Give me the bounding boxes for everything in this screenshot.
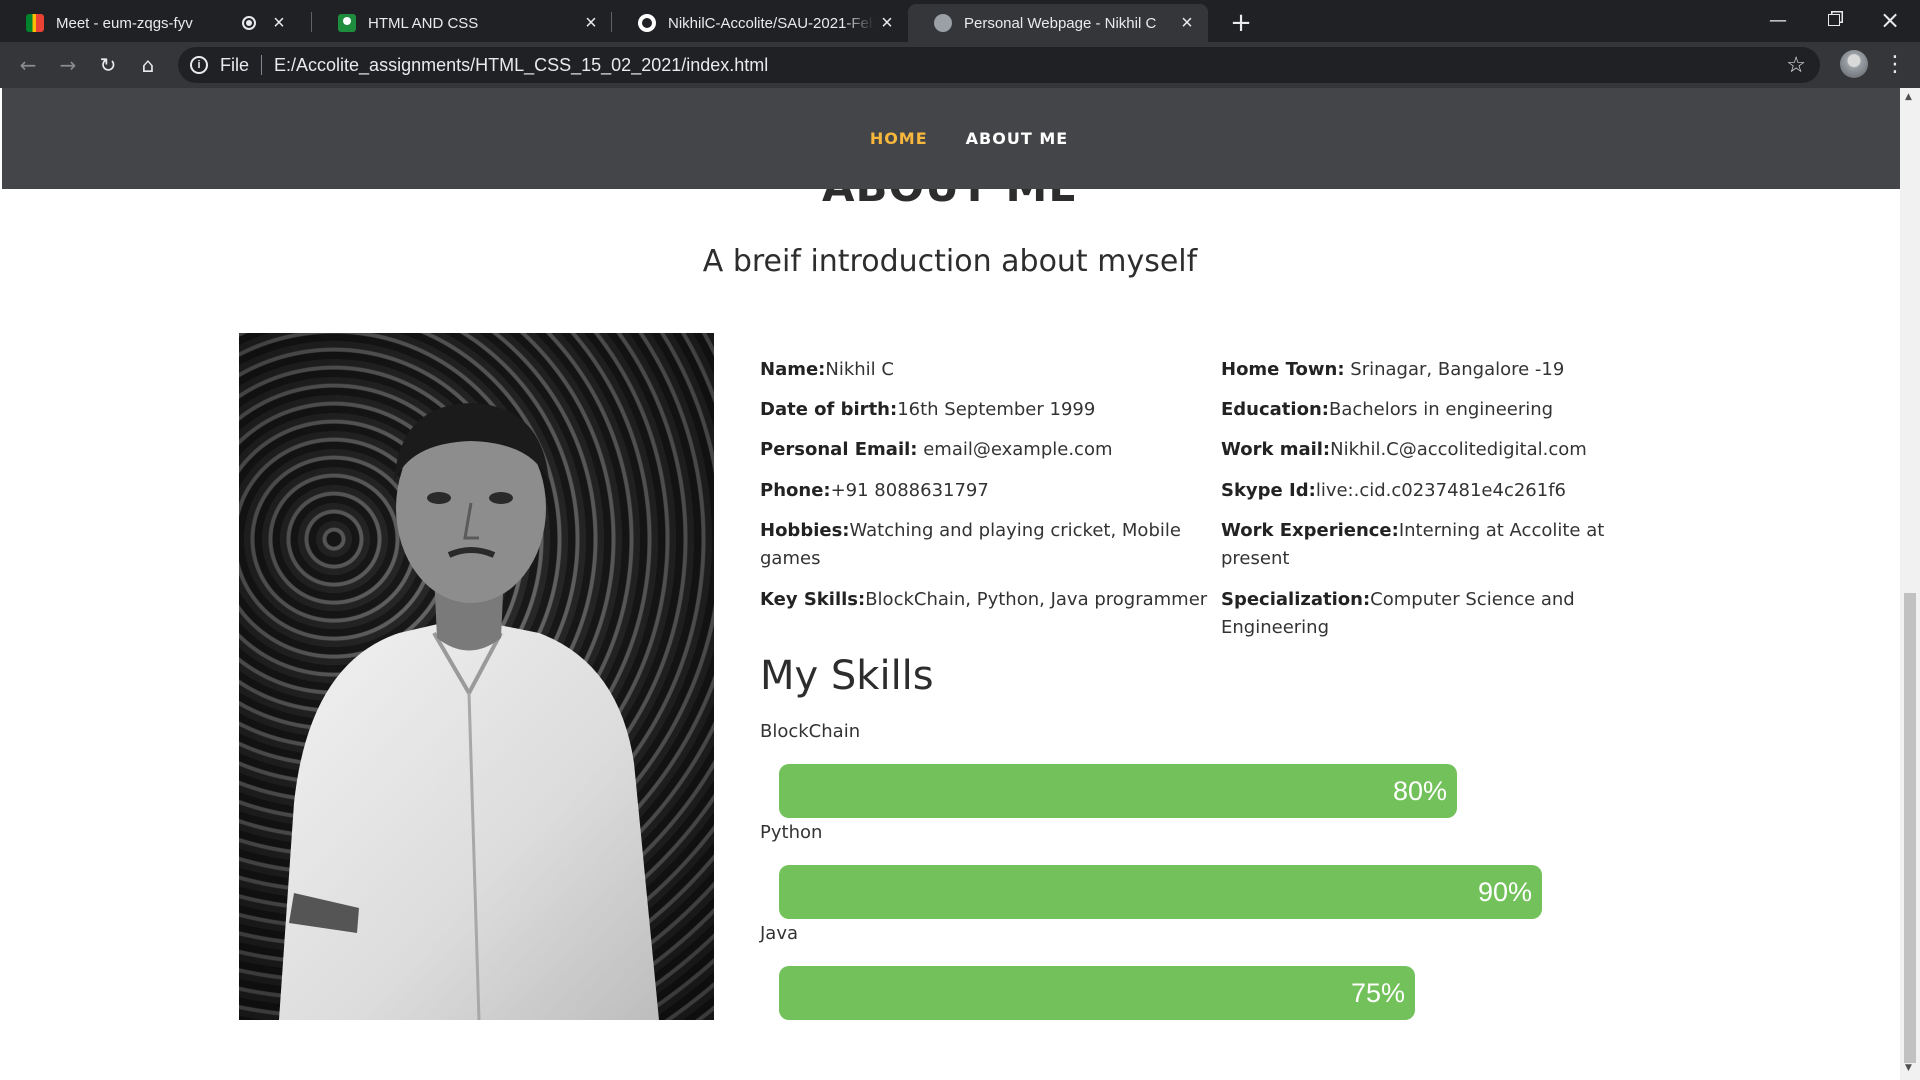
skill-bar-java: 75% — [779, 966, 1415, 1020]
restore-icon — [1828, 14, 1840, 26]
skill-name-python: Python — [760, 822, 823, 843]
close-window-button[interactable]: × — [1862, 0, 1918, 40]
back-button[interactable]: ← — [10, 47, 46, 83]
skill-name-blockchain: BlockChain — [760, 721, 861, 742]
detail-skype-id: Skype Id:live:.cid.c0237481e4c261f6 — [1221, 480, 1567, 501]
recording-icon — [242, 16, 256, 30]
detail-work-mail: Work mail:Nikhil.C@accolitedigital.com — [1221, 439, 1587, 460]
google-classroom-icon — [338, 14, 356, 32]
browser-toolbar: ← → ↻ ⌂ i File E:/Accolite_assignments/H… — [0, 42, 1920, 88]
detail-phone: Phone:+91 8088631797 — [760, 480, 989, 501]
tab-meet[interactable]: Meet - eum-zqgs-fyv × — [0, 4, 300, 42]
browser-menu-button[interactable]: ⋮ — [1880, 48, 1910, 80]
tab-github[interactable]: NikhilC-Accolite/SAU-2021-Feb- × — [612, 4, 908, 42]
bookmark-star-icon[interactable]: ☆ — [1786, 52, 1806, 78]
skill-percent-label: 80% — [1392, 775, 1447, 806]
detail-name: Name:Nikhil C — [760, 359, 894, 380]
tab-personal-webpage[interactable]: Personal Webpage - Nikhil C × — [908, 4, 1208, 42]
scroll-up-icon[interactable]: ▲ — [1905, 92, 1912, 102]
scrollbar-thumb[interactable] — [1904, 593, 1916, 1063]
globe-icon — [934, 14, 952, 32]
detail-education: Education:Bachelors in engineering — [1221, 399, 1554, 420]
skill-percent-label: 90% — [1477, 876, 1532, 907]
address-divider — [261, 55, 263, 75]
skill-bar-python: 90% — [779, 865, 1542, 919]
skills-heading: My Skills — [760, 653, 934, 699]
close-tab-icon[interactable]: × — [266, 10, 292, 36]
page-scrollbar[interactable]: ▲ ▼ — [1900, 88, 1920, 1080]
skill-percent-label: 75% — [1350, 977, 1405, 1008]
close-tab-icon[interactable]: × — [1174, 10, 1200, 36]
detail-work-experience: Work Experience:Interning at Accolite at… — [1221, 520, 1605, 569]
detail-key-skills: Key Skills:BlockChain, Python, Java prog… — [760, 589, 1208, 610]
url-text: E:/Accolite_assignments/HTML_CSS_15_02_2… — [274, 54, 769, 75]
detail-personal-email: Personal Email: email@example.com — [760, 439, 1113, 460]
profile-avatar[interactable] — [1840, 50, 1868, 78]
forward-button[interactable]: → — [50, 47, 86, 83]
close-tab-icon[interactable]: × — [578, 10, 604, 36]
google-meet-icon — [26, 14, 44, 32]
nav-about-link[interactable]: ABOUT ME — [966, 129, 1069, 148]
new-tab-button[interactable]: + — [1224, 6, 1258, 40]
tab-html-and-css[interactable]: HTML AND CSS × — [312, 4, 612, 42]
skill-bar-blockchain: 80% — [779, 764, 1457, 818]
site-navbar: HOME ABOUT ME — [2, 88, 1900, 189]
page-viewport: HOME ABOUT ME ABOUT ME A breif introduct… — [0, 88, 1920, 1080]
browser-tab-strip: Meet - eum-zqgs-fyv × HTML AND CSS × Nik… — [0, 0, 1920, 42]
restore-button[interactable] — [1806, 0, 1862, 40]
github-icon — [638, 14, 656, 32]
detail-home-town: Home Town: Srinagar, Bangalore -19 — [1221, 359, 1565, 380]
address-bar[interactable]: i File E:/Accolite_assignments/HTML_CSS_… — [178, 47, 1820, 83]
minimize-button[interactable]: — — [1750, 0, 1806, 40]
close-tab-icon[interactable]: × — [874, 10, 900, 36]
info-icon[interactable]: i — [190, 56, 208, 74]
profile-photo — [239, 333, 714, 1020]
detail-dob: Date of birth:16th September 1999 — [760, 399, 1096, 420]
scroll-down-icon[interactable]: ▼ — [1905, 1063, 1912, 1073]
skill-name-java: Java — [760, 923, 799, 944]
detail-hobbies: Hobbies:Watching and playing cricket, Mo… — [760, 520, 1181, 569]
nav-home-link[interactable]: HOME — [870, 129, 928, 148]
profile-photo-illustration — [239, 333, 714, 1020]
page-subtitle: A breif introduction about myself — [702, 244, 1198, 279]
detail-specialization: Specialization:Computer Science and Engi… — [1221, 589, 1575, 638]
home-button[interactable]: ⌂ — [130, 47, 166, 83]
reload-button[interactable]: ↻ — [90, 47, 126, 83]
